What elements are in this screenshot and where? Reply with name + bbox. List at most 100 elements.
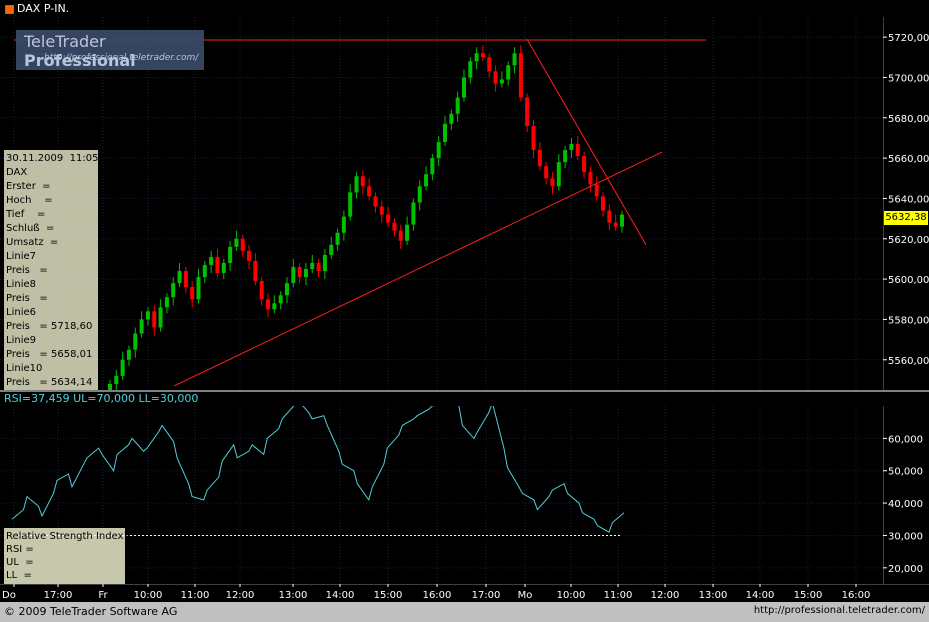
title-bar: DAX P-IN.	[0, 0, 929, 17]
rsi-info-box: Relative Strength Index1 RSI = UL = LL =	[4, 528, 130, 584]
candle-body	[607, 210, 612, 223]
candle-body	[247, 250, 252, 261]
candle-body	[373, 196, 378, 207]
candle-body	[588, 172, 593, 185]
info-row: 30.11.2009 11:05	[6, 153, 99, 164]
candle-body	[379, 206, 384, 215]
candle-body	[259, 281, 264, 300]
price-chart[interactable]	[0, 17, 883, 397]
candle-body	[461, 77, 466, 98]
candle-body	[550, 178, 555, 187]
candle-body	[499, 79, 504, 84]
time-axis-label: Fr	[98, 590, 108, 601]
logo-url: http://professional.teletrader.com/	[44, 53, 199, 63]
rsi-chart[interactable]	[0, 398, 883, 584]
price-axis-svg: 5720,00 5700,00 5680,00 5660,00 5640,00 5620,…	[882, 17, 929, 390]
rsi-info-row: UL =	[6, 557, 34, 568]
rsi-axis-label: 20,000	[888, 564, 923, 575]
time-axis-label: 14:00	[746, 590, 775, 601]
candle-body	[183, 271, 188, 288]
info-row: DAX	[6, 167, 28, 178]
candle-body	[468, 61, 473, 78]
linie10-resistance-trendline[interactable]	[526, 38, 647, 246]
rsi-axis: 60,000 50,000 40,000 30,000 20,000	[882, 406, 929, 584]
candle-body	[480, 53, 485, 58]
candle-body	[430, 158, 435, 175]
candle-body	[266, 299, 271, 310]
candle-body	[120, 359, 125, 376]
candle-body	[133, 333, 138, 350]
last-price-marker: 5632,38	[884, 211, 928, 225]
candle-body	[354, 176, 359, 193]
candle-body	[348, 192, 353, 217]
price-axis: 5720,00 5700,00 5680,00 5660,00 5640,00 5620,…	[882, 17, 929, 390]
candle-body	[405, 224, 410, 241]
rsi-pane[interactable]	[0, 398, 883, 584]
rsi-axis-label: 30,000	[888, 531, 923, 542]
candle-body	[278, 295, 283, 304]
candle-body	[575, 144, 580, 157]
candle-body	[367, 186, 372, 197]
time-axis-svg: Do 17:00 Fr 10:00 11:00 12:00 13:00 14:00 15:00 1…	[0, 583, 929, 601]
info-row: Erster =	[6, 181, 51, 192]
time-axis-label: 10:00	[134, 590, 163, 601]
time-axis-label: 11:00	[604, 590, 633, 601]
info-row: Preis =	[6, 265, 48, 276]
candle-body	[221, 262, 226, 274]
copyright-text: © 2009 TeleTrader Software AG	[4, 605, 178, 618]
price-axis-label: 5640,00	[888, 194, 929, 205]
rsi-axis-label: 60,000	[888, 434, 923, 445]
candle-body	[556, 162, 561, 187]
time-axis-label: 12:00	[226, 590, 255, 601]
info-row: Preis =	[6, 293, 48, 304]
info-row: Preis = 5718,60	[6, 321, 93, 332]
info-row: Preis = 5658,01	[6, 349, 93, 360]
candle-body	[209, 256, 214, 265]
candle-body	[297, 267, 302, 278]
time-axis-label: 17:00	[472, 590, 501, 601]
time-axis-label: 15:00	[794, 590, 823, 601]
candle-body	[544, 166, 549, 179]
time-axis-label: 12:00	[651, 590, 680, 601]
price-axis-label: 5620,00	[888, 235, 929, 246]
info-row: Linie10	[6, 363, 43, 374]
candle-body	[411, 202, 416, 225]
candle-body	[177, 271, 182, 284]
candle-body	[386, 214, 391, 223]
time-axis: Do 17:00 Fr 10:00 11:00 12:00 13:00 14:00 15:00 1…	[0, 583, 929, 602]
candle-body	[341, 216, 346, 233]
candle-body	[436, 141, 441, 159]
rsi-axis-svg: 60,000 50,000 40,000 30,000 20,000	[882, 406, 923, 584]
candle-body	[335, 232, 340, 245]
candle-body	[139, 319, 144, 334]
info-row: Linie7	[6, 251, 36, 262]
candle-body	[569, 144, 574, 151]
candle-body	[240, 238, 245, 251]
rsi-axis-label: 40,000	[888, 499, 923, 510]
info-row: Linie6	[6, 307, 36, 318]
candle-body	[145, 311, 150, 320]
candle-body	[322, 254, 327, 272]
candle-body	[316, 262, 321, 272]
candle-body	[171, 283, 176, 298]
time-axis-label: 16:00	[423, 590, 452, 601]
candle-body	[613, 222, 618, 227]
info-row: Umsatz =	[6, 237, 59, 248]
candle-body	[253, 260, 258, 282]
candle-body	[360, 176, 365, 187]
candle-body	[518, 53, 523, 98]
time-axis-label: 17:00	[44, 590, 73, 601]
info-row: Linie9	[6, 335, 36, 346]
info-row: Hoch =	[6, 195, 53, 206]
price-pane[interactable]	[0, 17, 883, 397]
candle-body	[291, 267, 296, 284]
candle-body	[158, 307, 163, 328]
candle-body	[582, 156, 587, 173]
candle-body	[202, 264, 207, 278]
candle-body	[525, 97, 530, 126]
candle-body	[474, 53, 479, 62]
candle-body	[196, 277, 201, 300]
candle-body	[506, 65, 511, 80]
candle-body	[424, 174, 429, 187]
candle-body	[329, 244, 334, 255]
